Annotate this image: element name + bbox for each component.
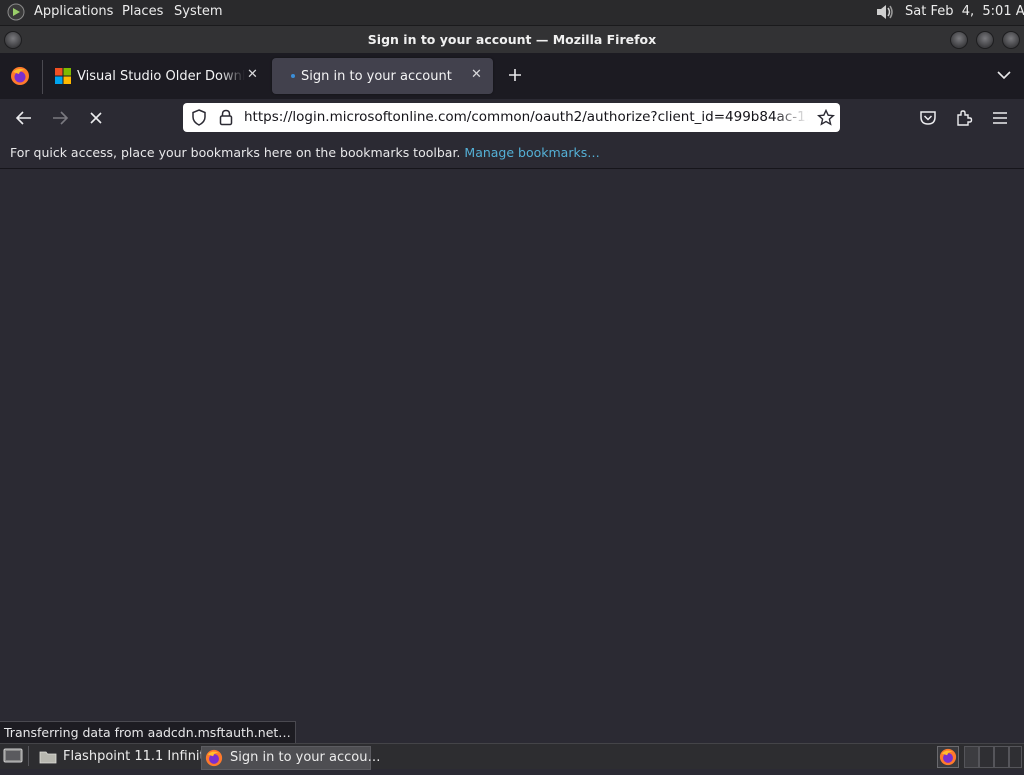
new-tab-icon[interactable] [506, 66, 524, 84]
status-panel: Transferring data from aadcdn.msftauth.n… [0, 721, 296, 744]
show-desktop-icon[interactable] [3, 747, 23, 765]
tab-label: Visual Studio Older Downloads [77, 69, 245, 84]
bookmark-star-icon[interactable] [817, 108, 835, 126]
window-menu-button[interactable] [4, 31, 22, 49]
maximize-button[interactable] [976, 31, 994, 49]
tab-label: Sign in to your account [301, 69, 452, 84]
page-content-area[interactable] [0, 169, 1024, 743]
workspace-3[interactable] [994, 746, 1009, 768]
gnome-foot-icon[interactable] [7, 3, 25, 21]
taskbar-item-label: Flashpoint 11.1 Infinity [63, 749, 213, 764]
bookmarks-toolbar: For quick access, place your bookmarks h… [0, 139, 1024, 169]
manage-bookmarks-link[interactable]: Manage bookmarks… [464, 145, 599, 160]
applications-menu[interactable]: Applications [34, 4, 113, 19]
close-tab-icon[interactable]: ✕ [247, 67, 258, 82]
tab-sign-in[interactable]: Sign in to your account ✕ [272, 58, 493, 94]
clock[interactable]: Sat Feb 4, 5:01 AM [905, 4, 1024, 19]
taskbar-separator [28, 746, 29, 766]
taskbar-item-label: Sign in to your accou… [230, 750, 381, 765]
stop-loading-icon[interactable] [88, 110, 104, 126]
taskbar-item-flashpoint[interactable]: Flashpoint 11.1 Infinity [37, 746, 212, 768]
volume-icon[interactable] [874, 2, 896, 22]
bookmarks-hint-text: For quick access, place your bookmarks h… [10, 145, 461, 160]
minimize-button[interactable] [950, 31, 968, 49]
tab-divider [42, 60, 43, 94]
back-icon[interactable] [15, 110, 33, 126]
loading-indicator-icon [291, 74, 295, 78]
pocket-icon[interactable] [919, 109, 937, 127]
window-title: Sign in to your account — Mozilla Firefo… [367, 32, 657, 47]
microsoft-logo-icon [55, 68, 71, 84]
workspace-switcher[interactable] [964, 746, 1022, 768]
extensions-icon[interactable] [955, 109, 973, 127]
url-bar[interactable]: https://login.microsoftonline.com/common… [183, 103, 840, 132]
close-tab-icon[interactable]: ✕ [471, 67, 482, 82]
list-all-tabs-icon[interactable] [996, 69, 1012, 81]
window-titlebar[interactable]: Sign in to your account — Mozilla Firefo… [0, 26, 1024, 53]
bookmarks-toolbar-message: For quick access, place your bookmarks h… [10, 145, 600, 160]
top-panel: Applications Places System Sat Feb 4, 5:… [0, 0, 1024, 26]
taskbar-item-firefox[interactable]: Sign in to your accou… [201, 746, 380, 770]
firefox-view-icon[interactable] [10, 66, 30, 86]
bottom-panel: Flashpoint 11.1 Infinity Sign in to your… [0, 743, 1024, 770]
system-menu[interactable]: System [174, 4, 222, 19]
url-text[interactable]: https://login.microsoftonline.com/common… [244, 109, 808, 125]
places-menu[interactable]: Places [122, 4, 163, 19]
folder-icon [39, 749, 57, 765]
tab-visual-studio[interactable]: Visual Studio Older Downloads ✕ [46, 58, 264, 94]
workspace-1[interactable] [964, 746, 979, 768]
workspace-4[interactable] [1009, 746, 1022, 768]
tracking-protection-shield-icon[interactable] [191, 109, 207, 126]
lock-icon[interactable] [219, 109, 233, 126]
menu-hamburger-icon[interactable] [991, 110, 1009, 126]
close-window-button[interactable] [1002, 31, 1020, 49]
forward-icon[interactable] [51, 110, 69, 126]
firefox-launcher-icon[interactable] [937, 746, 959, 768]
workspace-2[interactable] [979, 746, 994, 768]
firefox-icon [205, 749, 223, 767]
